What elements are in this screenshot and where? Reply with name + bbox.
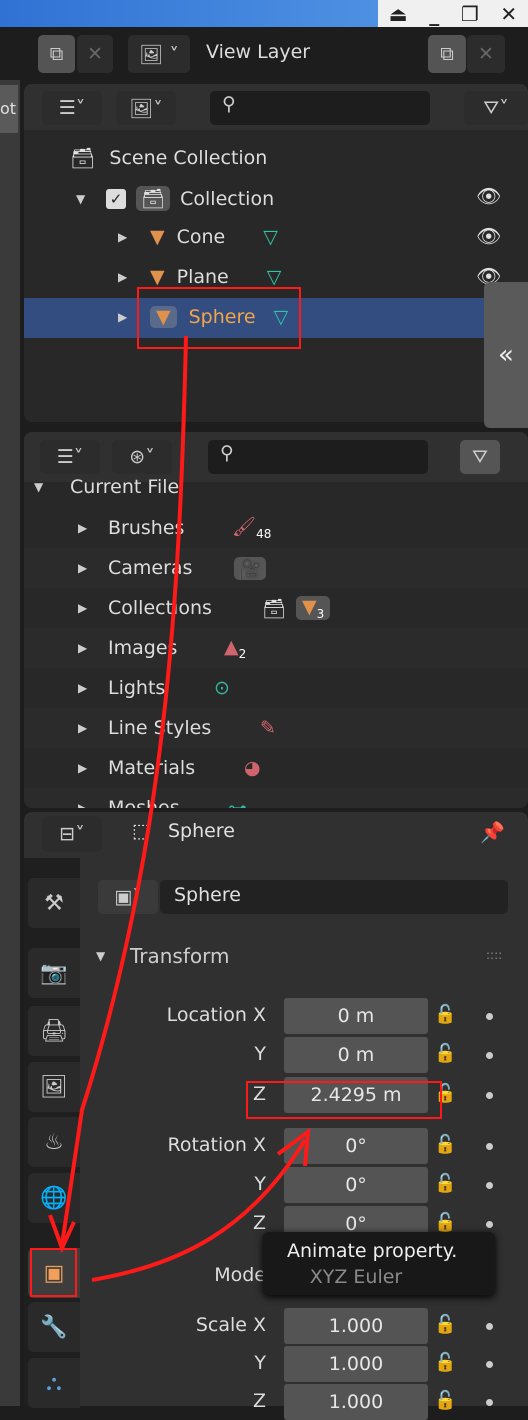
arrow-sphere-to-object-tab [60,335,188,1246]
annotation-arrows [48,335,311,1282]
arrow-object-tab-to-rotation [91,1138,307,1282]
rotation-mode-dropdown[interactable]: XYZ Euler [284,1260,428,1294]
